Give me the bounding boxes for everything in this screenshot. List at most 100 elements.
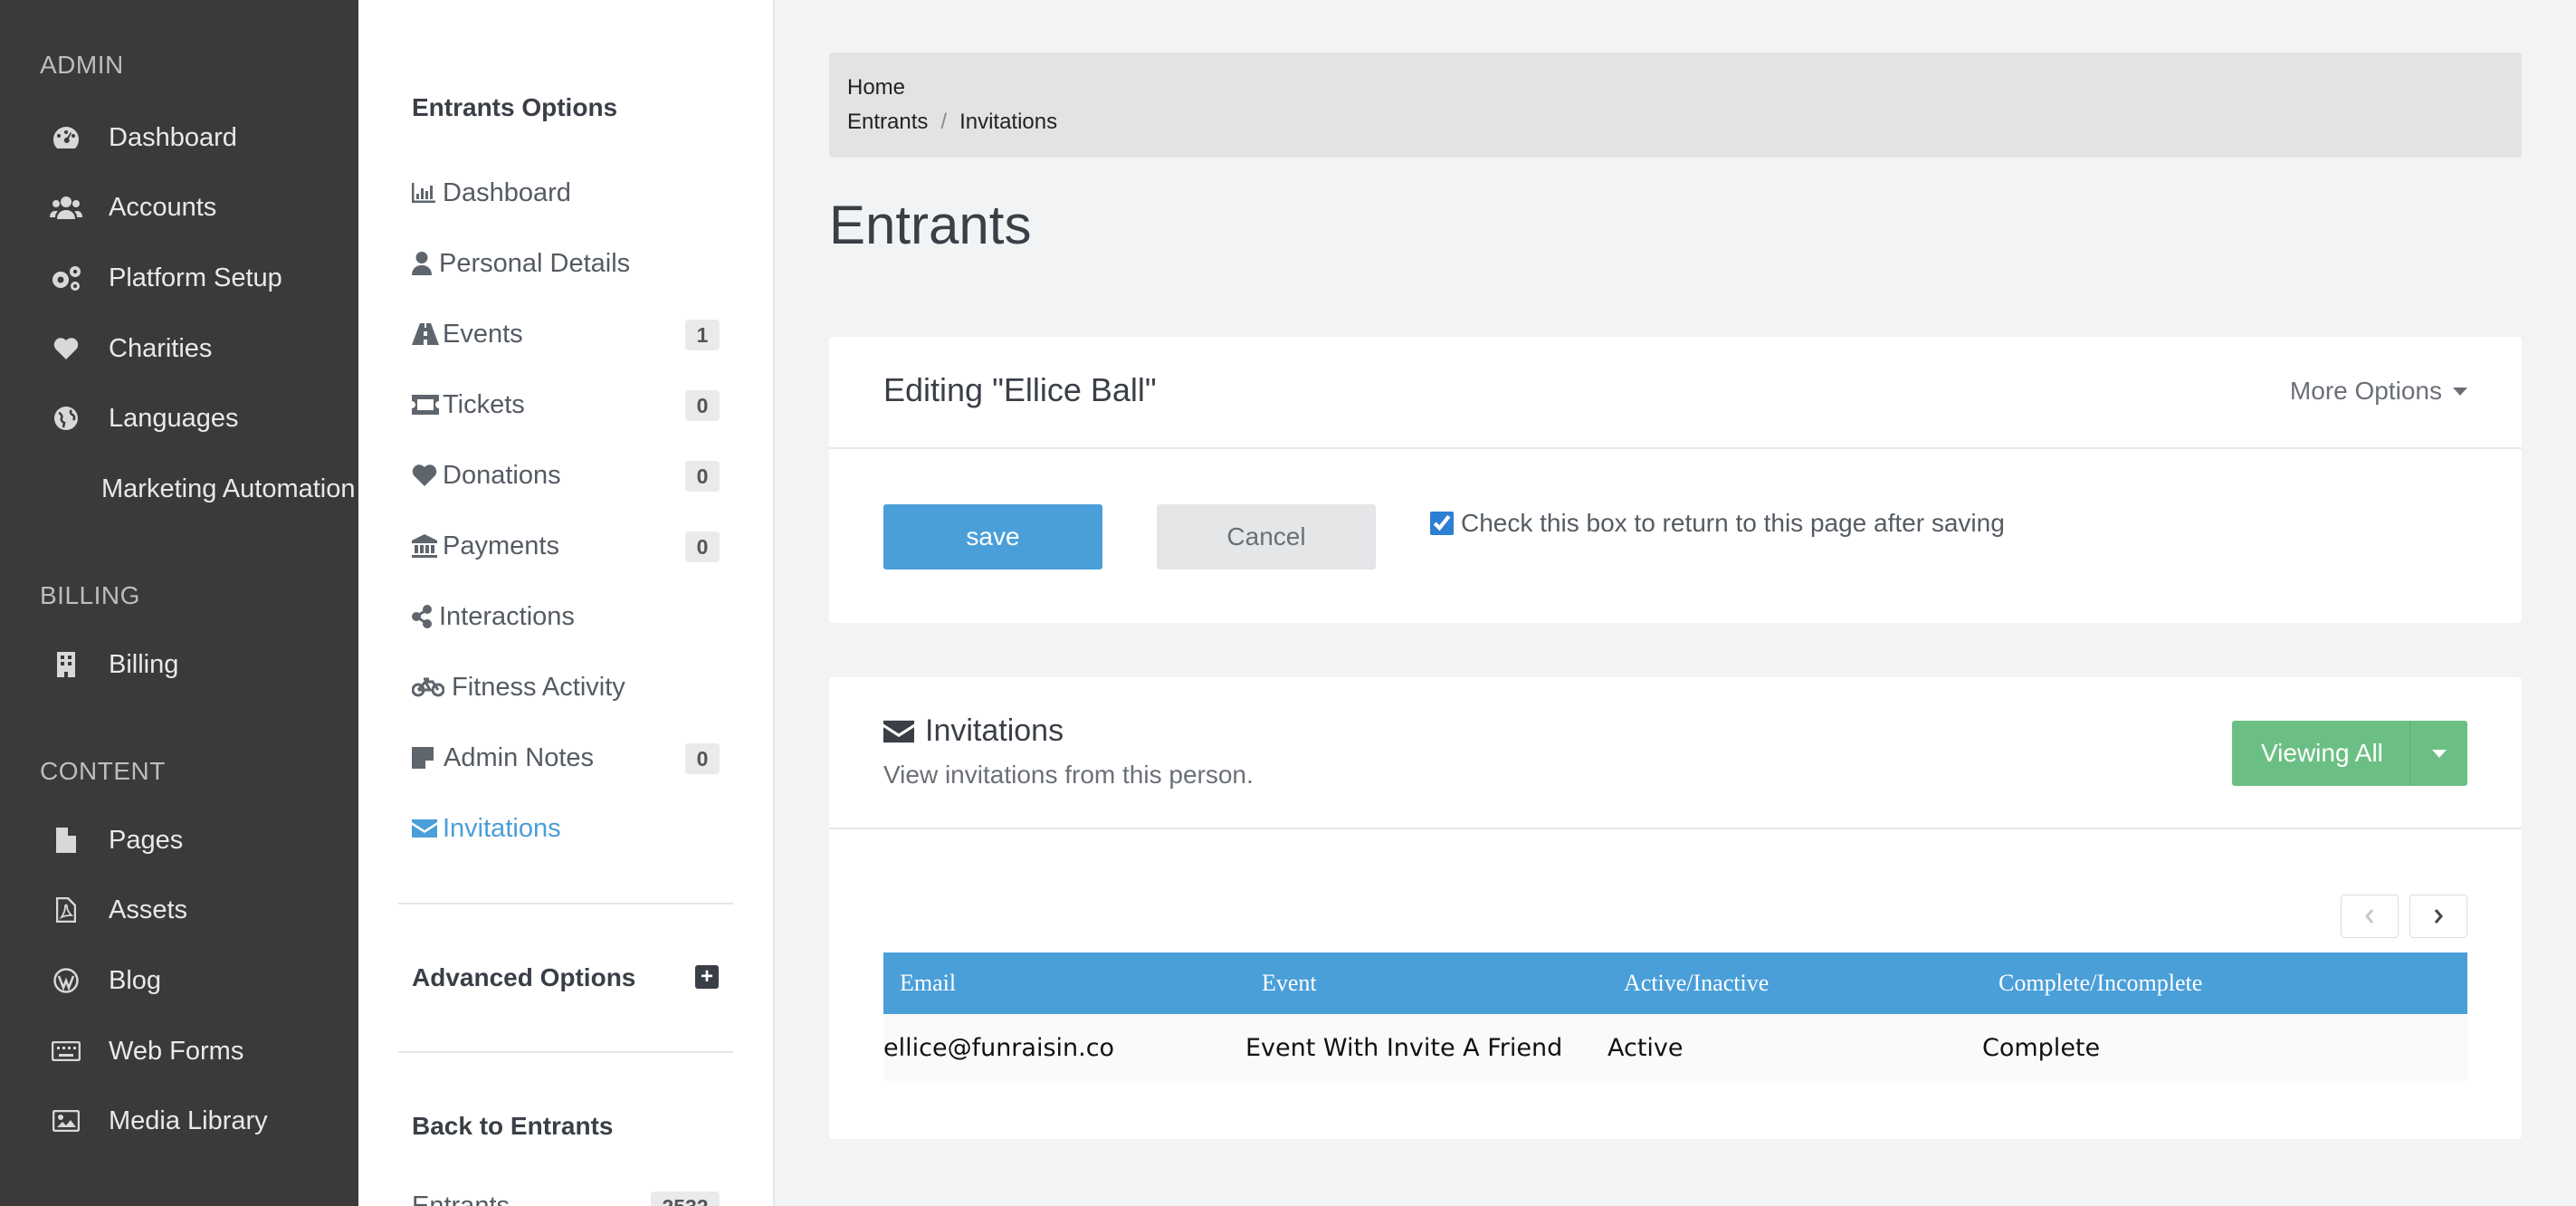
cell-complete: Complete <box>1982 1033 2101 1062</box>
options-divider <box>398 903 733 904</box>
page-title: Entrants <box>829 195 1032 255</box>
ticket-icon <box>412 395 439 415</box>
sidebar-item-blog[interactable]: Blog <box>49 958 161 1003</box>
sidebar-item-label: Charities <box>109 333 213 363</box>
option-item-label: Donations <box>443 460 561 490</box>
save-button[interactable]: save <box>883 504 1102 570</box>
next-page-button[interactable] <box>2409 895 2467 938</box>
sidebar-item-label: Marketing Automation <box>101 474 356 503</box>
sidebar-item-dashboard[interactable]: Dashboard <box>49 115 237 160</box>
keyboard-icon <box>49 1038 83 1065</box>
sidebar-item-media-library[interactable]: Media Library <box>49 1098 268 1144</box>
cancel-button[interactable]: Cancel <box>1157 504 1376 570</box>
option-item-personal-details[interactable]: Personal Details <box>412 242 720 285</box>
sidebar-item-label: Web Forms <box>109 1036 244 1066</box>
caret-down-icon <box>2431 749 2447 758</box>
expand-advanced-options-icon[interactable]: + <box>695 965 719 989</box>
return-to-page-checkbox[interactable] <box>1430 512 1454 535</box>
option-item-events[interactable]: Events 1 <box>412 312 720 356</box>
sidebar-item-label: Media Library <box>109 1106 268 1135</box>
events-count-badge: 1 <box>685 320 720 350</box>
sidebar-item-marketing-automation[interactable]: Marketing Automation <box>101 466 355 512</box>
user-icon <box>412 252 435 275</box>
breadcrumb-entrants-link[interactable]: Entrants <box>847 110 928 135</box>
sticky-note-icon <box>412 747 440 769</box>
editing-card: Editing "Ellice Ball" More Options save … <box>829 337 2522 623</box>
sidebar-section-content: CONTENT <box>40 757 166 785</box>
heart-icon <box>49 335 83 362</box>
sidebar-item-platform-setup[interactable]: Platform Setup <box>49 255 282 301</box>
bicycle-icon <box>412 677 448 697</box>
envelope-icon <box>883 720 914 742</box>
wordpress-icon <box>49 967 83 994</box>
more-options-label: More Options <box>2289 377 2442 405</box>
options-divider <box>398 1051 733 1053</box>
cell-email: ellice@funraisin.co <box>883 1033 1115 1062</box>
sidebar-section-admin: ADMIN <box>40 51 124 79</box>
column-header-active[interactable]: Active/Inactive <box>1624 952 1769 1014</box>
option-item-entrants[interactable]: Entrants 2532 <box>412 1184 720 1206</box>
sidebar-section-billing: BILLING <box>40 581 140 609</box>
caret-down-icon <box>2453 387 2467 396</box>
sidebar-item-charities[interactable]: Charities <box>49 326 212 371</box>
sidebar-item-assets[interactable]: Assets <box>49 887 187 933</box>
option-item-label: Events <box>443 319 523 349</box>
sidebar-item-label: Accounts <box>109 192 217 222</box>
sidebar-item-label: Pages <box>109 825 184 855</box>
invitations-card: Invitations View invitations from this p… <box>829 677 2522 1139</box>
option-item-payments[interactable]: Payments 0 <box>412 524 720 568</box>
option-item-invitations[interactable]: Invitations <box>412 807 720 850</box>
admin-sidebar: ADMIN Dashboard Accounts Platform Setup … <box>0 0 358 1206</box>
globe-icon <box>49 405 83 432</box>
more-options-dropdown[interactable]: More Options <box>2290 377 2467 406</box>
sidebar-item-label: Dashboard <box>109 122 237 152</box>
sidebar-item-pages[interactable]: Pages <box>49 818 183 863</box>
cell-active: Active <box>1608 1033 1684 1062</box>
option-item-admin-notes[interactable]: Admin Notes 0 <box>412 736 720 780</box>
donations-count-badge: 0 <box>685 461 720 492</box>
advanced-options-heading[interactable]: Advanced Options <box>412 963 635 992</box>
sidebar-item-web-forms[interactable]: Web Forms <box>49 1029 243 1074</box>
sidebar-item-billing[interactable]: Billing <box>49 642 178 687</box>
sidebar-item-languages[interactable]: Languages <box>49 396 239 441</box>
column-header-event[interactable]: Event <box>1262 952 1317 1014</box>
viewing-all-dropdown[interactable]: Viewing All <box>2232 721 2467 786</box>
table-row[interactable]: ellice@funraisin.co Event With Invite A … <box>883 1014 2467 1081</box>
option-item-label: Invitations <box>443 813 561 843</box>
option-item-label: Personal Details <box>439 248 631 278</box>
sidebar-item-accounts[interactable]: Accounts <box>49 185 216 230</box>
cell-event: Event With Invite A Friend <box>1245 1033 1563 1062</box>
dashboard-gauge-icon <box>49 124 83 151</box>
column-header-complete[interactable]: Complete/Incomplete <box>1999 952 2202 1014</box>
sidebar-item-label: Billing <box>109 649 179 679</box>
pdf-file-icon <box>49 896 83 924</box>
invitations-subtitle: View invitations from this person. <box>883 761 1254 789</box>
breadcrumb-home-link[interactable]: Home <box>847 75 905 100</box>
breadcrumb: Home Entrants / Invitations <box>829 53 2522 158</box>
bank-icon <box>412 534 439 558</box>
admin-notes-count-badge: 0 <box>685 743 720 774</box>
invitations-card-header: Invitations View invitations from this p… <box>829 677 2522 829</box>
option-item-label: Tickets <box>443 389 525 419</box>
option-item-label: Admin Notes <box>444 742 595 772</box>
option-item-interactions[interactable]: Interactions <box>412 595 720 638</box>
road-icon <box>412 323 439 345</box>
option-item-tickets[interactable]: Tickets 0 <box>412 383 720 426</box>
option-item-dashboard[interactable]: Dashboard <box>412 171 720 215</box>
users-icon <box>49 194 83 221</box>
option-item-donations[interactable]: Donations 0 <box>412 454 720 497</box>
previous-page-button[interactable] <box>2341 895 2399 938</box>
heart-icon <box>412 464 439 487</box>
option-item-label: Payments <box>443 531 559 560</box>
column-header-email[interactable]: Email <box>900 952 956 1014</box>
back-to-entrants-heading: Back to Entrants <box>412 1112 614 1140</box>
option-item-fitness-activity[interactable]: Fitness Activity <box>412 665 720 709</box>
invitations-title-text: Invitations <box>925 713 1064 748</box>
options-heading: Entrants Options <box>412 93 618 121</box>
viewing-dropdown-toggle[interactable] <box>2409 721 2467 786</box>
editing-title: Editing "Ellice Ball" <box>883 371 1157 408</box>
sidebar-item-label: Assets <box>109 895 188 924</box>
share-icon <box>412 605 435 628</box>
bar-chart-icon <box>412 183 439 203</box>
image-icon <box>49 1107 83 1134</box>
